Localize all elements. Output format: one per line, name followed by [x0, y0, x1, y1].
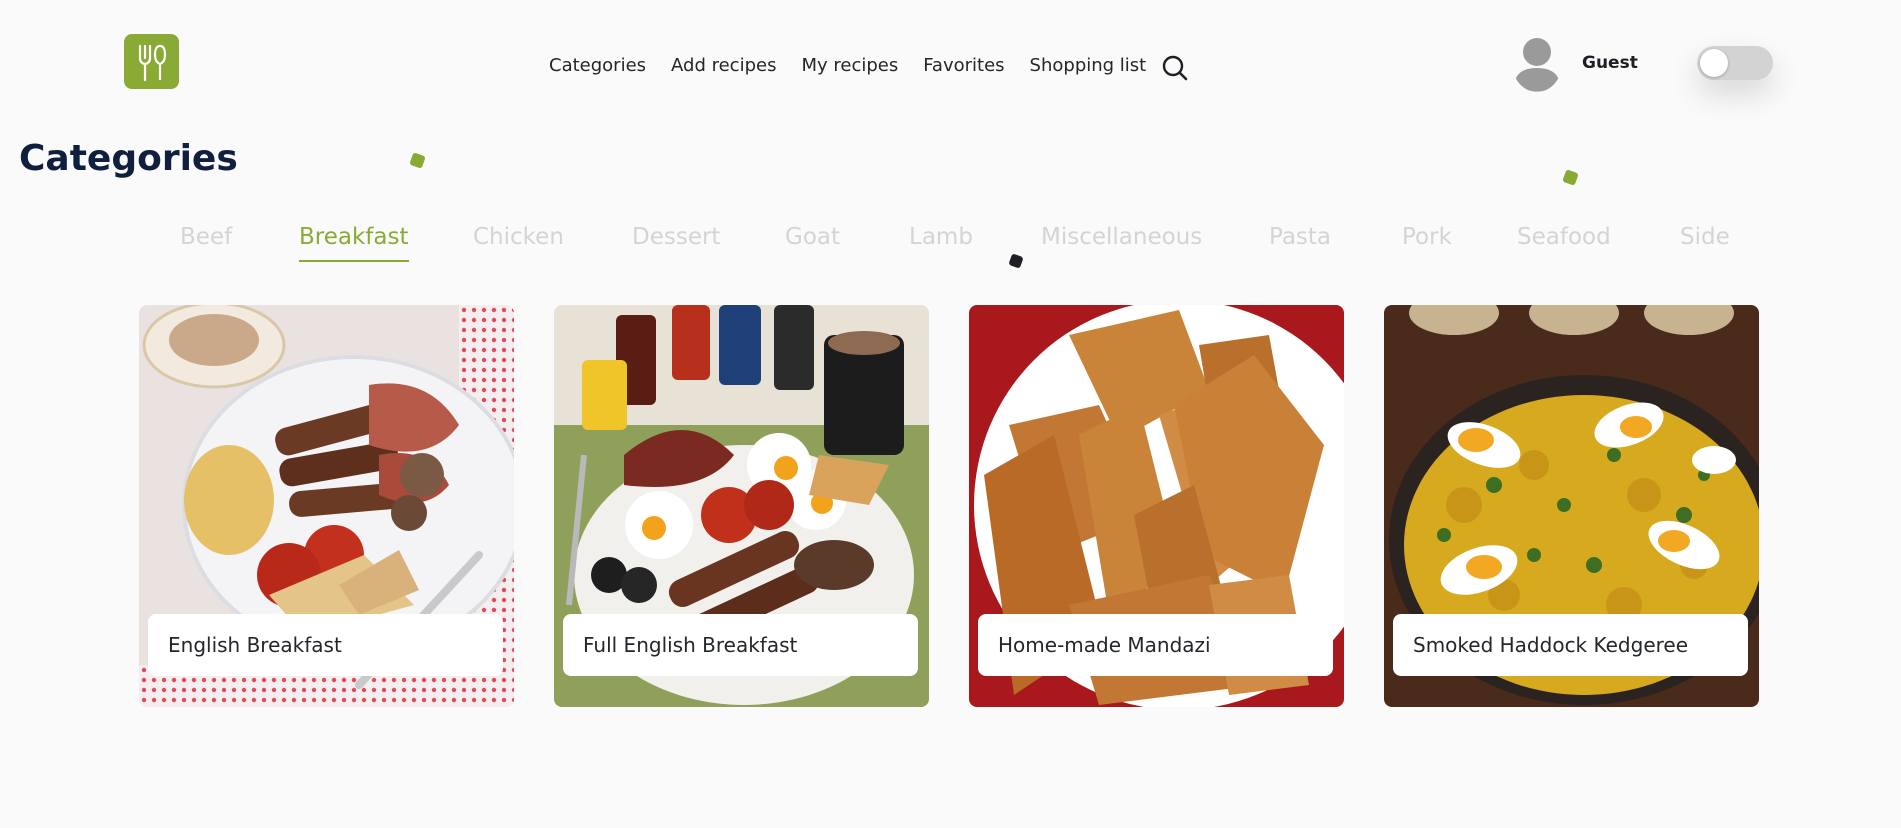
search-icon[interactable]	[1161, 54, 1189, 82]
toggle-knob	[1700, 49, 1728, 77]
decor-square-green	[409, 152, 426, 169]
user-menu[interactable]: Guest	[1512, 34, 1638, 92]
recipe-card[interactable]: Smoked Haddock Kedgeree	[1384, 305, 1759, 707]
nav-favorites[interactable]: Favorites	[923, 55, 1004, 76]
category-tabs: Beef Breakfast Chicken Dessert Goat Lamb…	[180, 224, 1740, 268]
tab-side[interactable]: Side	[1680, 224, 1730, 260]
tab-lamb[interactable]: Lamb	[909, 224, 973, 260]
page-title: Categories	[19, 138, 238, 179]
nav-my-recipes[interactable]: My recipes	[801, 55, 898, 76]
tab-seafood[interactable]: Seafood	[1517, 224, 1611, 260]
tab-goat[interactable]: Goat	[785, 224, 840, 260]
tab-pork[interactable]: Pork	[1402, 224, 1452, 260]
recipe-card[interactable]: Home-made Mandazi	[969, 305, 1344, 707]
recipe-title: Smoked Haddock Kedgeree	[1393, 614, 1748, 676]
page: Categories Add recipes My recipes Favori…	[0, 0, 1901, 828]
tab-beef[interactable]: Beef	[180, 224, 232, 260]
nav-add-recipes[interactable]: Add recipes	[671, 55, 776, 76]
nav-shopping-list[interactable]: Shopping list	[1030, 55, 1147, 76]
user-avatar-icon	[1512, 34, 1562, 92]
tab-pasta[interactable]: Pasta	[1269, 224, 1331, 260]
logo[interactable]	[124, 34, 179, 89]
user-name: Guest	[1582, 53, 1638, 73]
tab-chicken[interactable]: Chicken	[473, 224, 564, 260]
recipe-card[interactable]: Full English Breakfast	[554, 305, 929, 707]
tab-miscellaneous[interactable]: Miscellaneous	[1041, 224, 1202, 260]
theme-toggle[interactable]	[1697, 46, 1773, 80]
main-nav: Categories Add recipes My recipes Favori…	[549, 55, 1146, 76]
tab-breakfast[interactable]: Breakfast	[299, 224, 409, 262]
recipe-title: English Breakfast	[148, 614, 503, 676]
fork-spoon-icon	[138, 44, 166, 81]
tab-dessert[interactable]: Dessert	[632, 224, 720, 260]
recipe-title: Full English Breakfast	[563, 614, 918, 676]
nav-categories[interactable]: Categories	[549, 55, 646, 76]
recipe-card[interactable]: English Breakfast	[139, 305, 514, 707]
recipe-title: Home-made Mandazi	[978, 614, 1333, 676]
decor-square-green	[1562, 169, 1579, 186]
